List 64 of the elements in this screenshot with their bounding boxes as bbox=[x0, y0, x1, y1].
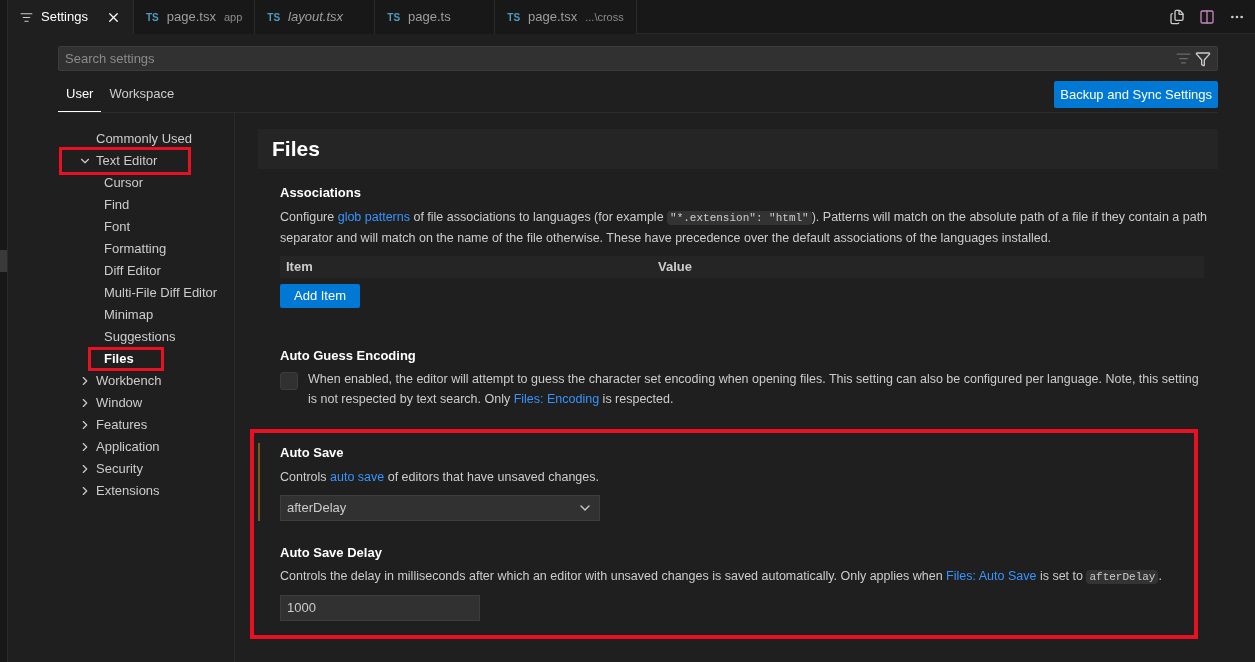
tab-label: Settings bbox=[41, 8, 88, 27]
setting-description: Controls auto save of editors that have unsaved changes. bbox=[280, 468, 600, 486]
split-editor-icon[interactable] bbox=[1199, 8, 1215, 25]
checkbox[interactable] bbox=[280, 372, 298, 390]
link[interactable]: Files: Encoding bbox=[513, 392, 600, 406]
filter-icon[interactable] bbox=[1195, 50, 1211, 67]
link[interactable]: glob patterns bbox=[337, 209, 410, 224]
toc-item[interactable]: Suggestions bbox=[104, 327, 176, 347]
tab[interactable]: TS layout.tsx bbox=[255, 0, 376, 34]
clear-filter-icon[interactable] bbox=[1176, 51, 1191, 66]
column-header: Value bbox=[657, 257, 693, 276]
link[interactable]: Files: Auto Save bbox=[946, 569, 1037, 583]
tab-hint: ...\cross bbox=[585, 9, 624, 25]
file-type-label: TS bbox=[146, 10, 159, 25]
tab-hint: app bbox=[223, 9, 243, 25]
section-header: Files bbox=[258, 129, 1218, 169]
scope-tab[interactable]: User bbox=[58, 83, 102, 112]
toc-item[interactable]: Diff Editor bbox=[104, 261, 161, 281]
scope-tab[interactable]: Workspace bbox=[101, 83, 183, 112]
toc-item[interactable]: Window bbox=[96, 393, 143, 413]
toc-item[interactable]: Minimap bbox=[104, 305, 154, 325]
tab[interactable]: Settings bbox=[8, 0, 134, 34]
setting-title: Auto Save bbox=[280, 444, 345, 462]
settings-file-icon bbox=[20, 10, 33, 24]
tab-label: page.ts bbox=[408, 8, 451, 27]
link[interactable]: auto save bbox=[330, 469, 385, 484]
toc-item[interactable]: Extensions bbox=[96, 481, 160, 501]
toc-item[interactable]: Text Editor bbox=[61, 149, 190, 173]
tab-label: page.tsx bbox=[528, 8, 578, 27]
toc-item[interactable]: Application bbox=[96, 437, 160, 457]
tab-label: page.tsx bbox=[166, 8, 216, 27]
add-item-button[interactable]: Add Item bbox=[280, 283, 361, 308]
toc-item[interactable]: Font bbox=[104, 217, 130, 237]
toc-item[interactable]: Features bbox=[96, 415, 148, 435]
code-snippet: afterDelay bbox=[1086, 570, 1159, 584]
tab[interactable]: TS page.tsx ...\cross bbox=[495, 0, 637, 34]
code-snippet: "*.extension": "html" bbox=[667, 210, 812, 225]
tab[interactable]: TS page.tsx app bbox=[134, 0, 256, 34]
search-field[interactable]: Search settings bbox=[58, 46, 1218, 71]
dropdown[interactable]: afterDelay bbox=[280, 494, 600, 521]
file-type-label: TS bbox=[267, 10, 281, 25]
file-type-label: TS bbox=[507, 10, 521, 25]
sync-button[interactable]: Backup and Sync Settings bbox=[1054, 81, 1218, 108]
scrollbar-thumb[interactable] bbox=[0, 250, 7, 272]
toc-item[interactable]: Multi-File Diff Editor bbox=[104, 283, 218, 303]
toc-item[interactable]: Security bbox=[96, 459, 143, 479]
toc-item[interactable]: Formatting bbox=[104, 239, 167, 259]
open-file-icon[interactable] bbox=[1169, 8, 1185, 25]
setting-description: Configure glob patterns of file associations to languages (for example "*.extension": "html" ). Patterns will match on the absolute path of a file if they contain a path separator and will match on the name of the file otherwise. These have precedence over the default associations of the languages installed. bbox=[280, 208, 1209, 247]
toc-item[interactable]: Commonly Used bbox=[96, 129, 193, 149]
toc-item[interactable]: Cursor bbox=[104, 173, 143, 193]
toc-item[interactable]: Workbench bbox=[96, 371, 162, 391]
tab[interactable]: TS page.ts bbox=[375, 0, 496, 34]
file-type-label: TS bbox=[387, 10, 401, 25]
tab-label: layout.tsx bbox=[288, 8, 343, 27]
toc-item[interactable]: Files bbox=[90, 349, 162, 369]
number-field[interactable]: 1000 bbox=[280, 595, 480, 621]
setting-title: Auto Guess Encoding bbox=[280, 346, 417, 365]
setting-title: Auto Save Delay bbox=[280, 543, 383, 562]
toc-item[interactable]: Find bbox=[104, 195, 130, 215]
setting-description: Controls the delay in milliseconds after which an editor with unsaved changes is saved automatically. Only applies when Files: Auto Save is set to afterDelay . bbox=[280, 568, 1163, 586]
column-header: Item bbox=[285, 257, 314, 276]
setting-description: When enabled, the editor will attempt to guess the character set encoding when opening files. This setting can also be configured per language. Note, this setting is not respected by text search. Only Files: Encoding is respected. bbox=[308, 371, 1200, 408]
setting-title: Associations bbox=[280, 184, 362, 202]
